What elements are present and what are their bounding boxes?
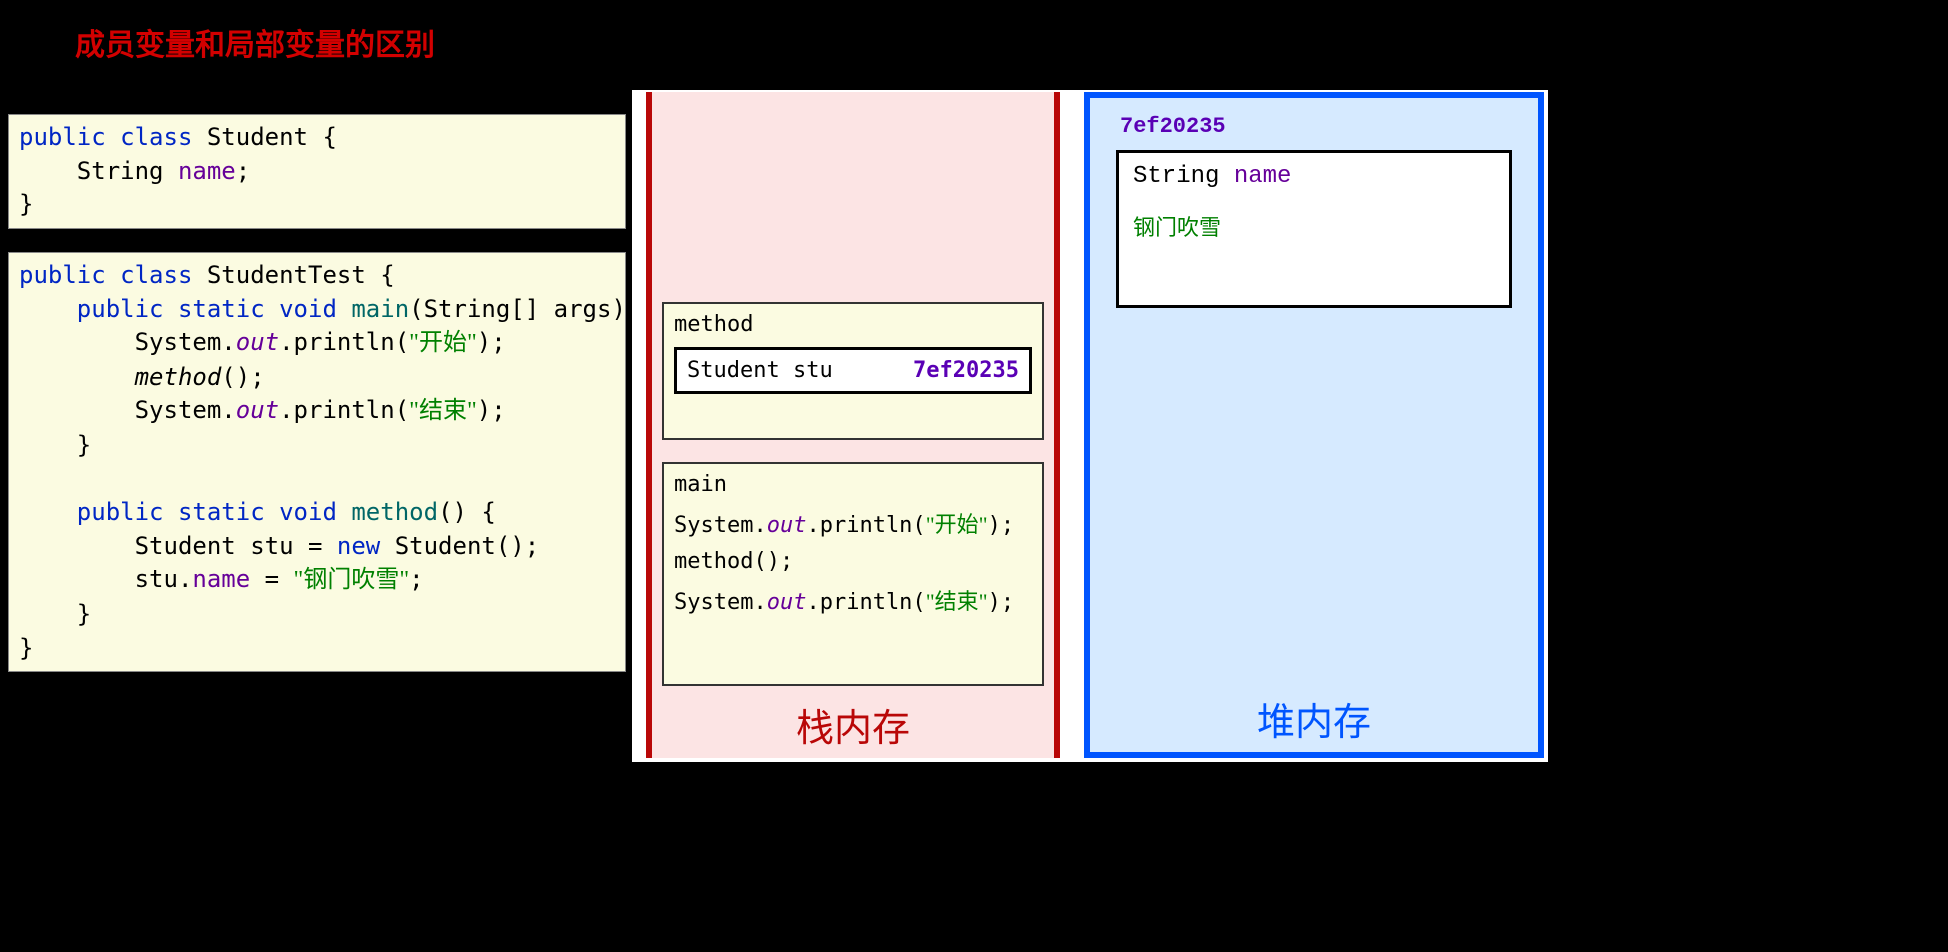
method-call: method <box>135 363 222 391</box>
kw-class: class <box>120 123 192 151</box>
code-token: } <box>19 600 91 628</box>
code-token: System. <box>19 328 236 356</box>
kw-public: public <box>77 295 164 323</box>
field-out: out <box>767 590 807 615</box>
code-token: .println( <box>806 590 925 615</box>
heap-object-address: 7ef20235 <box>1120 114 1226 139</box>
code-block-studenttest: public class StudentTest { public static… <box>8 252 626 672</box>
method-name: main <box>351 295 409 323</box>
code-token: } <box>19 634 33 662</box>
code-token: .println( <box>279 396 409 424</box>
stack-var-address: 7ef20235 <box>913 358 1019 383</box>
stack-frame-main: main System.out.println("开始"); method();… <box>662 462 1044 686</box>
code-token: stu. <box>19 565 192 593</box>
code-token: } <box>19 190 33 218</box>
indent <box>19 498 77 526</box>
field-out: out <box>236 328 279 356</box>
stack-memory-region: 栈内存 method Student stu 7ef20235 main Sys… <box>646 92 1060 758</box>
diagram-title: 成员变量和局部变量的区别 <box>75 20 435 64</box>
frame-line: System.out.println("结束"); <box>674 584 1032 616</box>
code-token: System. <box>674 590 767 615</box>
field-out: out <box>767 513 807 538</box>
stack-var-name: Student stu <box>687 358 833 383</box>
string-literal: "开始" <box>409 330 477 356</box>
code-token: = <box>250 565 293 593</box>
field-name: name <box>192 565 250 593</box>
string-literal: "开始" <box>926 512 988 537</box>
stack-variable-box: Student stu 7ef20235 <box>674 347 1032 394</box>
heap-field-value: 钢门吹雪 <box>1133 210 1495 242</box>
kw-void: void <box>279 498 337 526</box>
code-token: System. <box>674 513 767 538</box>
code-token: ); <box>988 513 1015 538</box>
code-token: StudentTest { <box>192 261 394 289</box>
code-token: (String[] args) { <box>409 295 655 323</box>
kw-void: void <box>279 295 337 323</box>
kw-public: public <box>77 498 164 526</box>
code-token: Student(); <box>380 532 539 560</box>
stack-frame-method: method Student stu 7ef20235 <box>662 302 1044 440</box>
code-token: String <box>1133 163 1234 190</box>
code-token: (); <box>221 363 264 391</box>
field-out: out <box>236 396 279 424</box>
kw-public: public <box>19 123 106 151</box>
code-token: ); <box>477 396 506 424</box>
code-token: .println( <box>806 513 925 538</box>
code-token: .println( <box>279 328 409 356</box>
field-name: name <box>1234 163 1292 190</box>
code-block-student: public class Student { String name; } <box>8 114 626 229</box>
string-literal: "钢门吹雪" <box>294 567 410 593</box>
code-token: ; <box>409 565 423 593</box>
frame-line: System.out.println("开始"); <box>674 507 1032 539</box>
code-token: ); <box>477 328 506 356</box>
code-token: () { <box>438 498 496 526</box>
heap-label: 堆内存 <box>1090 691 1538 746</box>
string-literal: "结束" <box>409 398 477 424</box>
kw-new: new <box>337 532 380 560</box>
field-name: name <box>178 157 236 185</box>
code-token: System. <box>19 396 236 424</box>
heap-object-box: String name 钢门吹雪 <box>1116 150 1512 308</box>
code-token: ; <box>236 157 250 185</box>
indent <box>19 363 135 391</box>
kw-public: public <box>19 261 106 289</box>
code-token: String <box>19 157 178 185</box>
method-name: method <box>351 498 438 526</box>
code-token: Student { <box>192 123 337 151</box>
kw-static: static <box>178 295 265 323</box>
indent <box>19 295 77 323</box>
kw-static: static <box>178 498 265 526</box>
code-token: Student stu = <box>19 532 337 560</box>
frame-title: main <box>674 472 1032 497</box>
code-token: } <box>19 431 91 459</box>
frame-line: method(); <box>674 549 1032 574</box>
heap-memory-region: 堆内存 7ef20235 String name 钢门吹雪 <box>1084 92 1544 758</box>
code-token: ); <box>988 590 1015 615</box>
stack-label: 栈内存 <box>652 697 1054 752</box>
heap-field-decl: String name <box>1133 163 1495 190</box>
frame-title: method <box>674 312 1032 337</box>
string-literal: "结束" <box>926 589 988 614</box>
kw-class: class <box>120 261 192 289</box>
